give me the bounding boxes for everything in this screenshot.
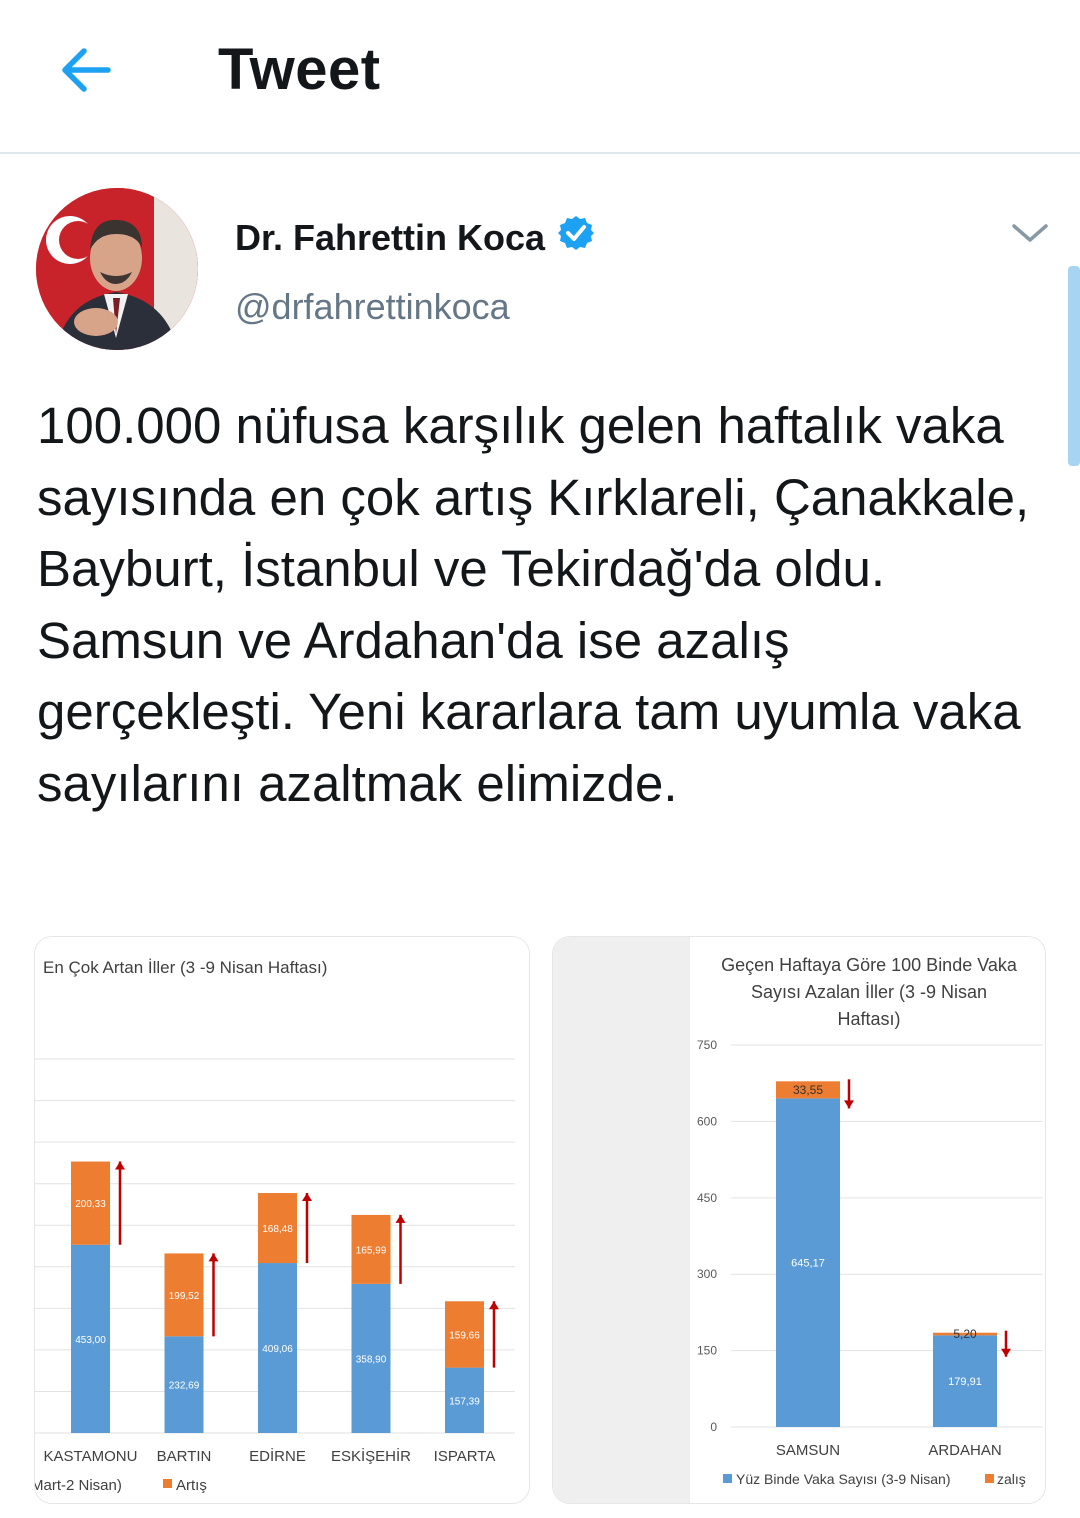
chart-image-2[interactable]: Geçen Haftaya Göre 100 Binde Vaka Sayısı … bbox=[552, 936, 1046, 1504]
y-tick-label-5: 750 bbox=[697, 1038, 717, 1052]
legend-text: Mart-2 Nisan) bbox=[35, 1477, 122, 1494]
data-label-increase-4: 159,66 bbox=[449, 1330, 480, 1341]
data-label-decrease-0: 33,55 bbox=[793, 1083, 823, 1097]
chart-2-title-line-2: Haftası) bbox=[837, 1009, 900, 1029]
legend-swatch-base bbox=[723, 1474, 732, 1483]
user-handle[interactable]: @drfahrettinkoca bbox=[235, 286, 510, 328]
data-label-base-0: 453,00 bbox=[75, 1335, 106, 1346]
data-label-base-2: 409,06 bbox=[262, 1344, 293, 1355]
data-label-base-0: 645,17 bbox=[791, 1258, 825, 1270]
legend-label-increase: Artış bbox=[176, 1477, 207, 1494]
top-bar: Tweet bbox=[0, 0, 1080, 154]
chevron-down-icon[interactable] bbox=[1010, 218, 1050, 248]
y-tick-label-1: 150 bbox=[697, 1344, 717, 1358]
chart-2-title-line-0: Geçen Haftaya Göre 100 Binde Vaka bbox=[721, 955, 1018, 975]
data-label-base-4: 157,39 bbox=[449, 1396, 480, 1407]
chart-image-1[interactable]: En Çok Artan İller (3 -9 Nisan Haftası) 4… bbox=[34, 936, 530, 1504]
y-tick-label-2: 300 bbox=[697, 1267, 717, 1281]
category-label-2: EDİRNE bbox=[249, 1447, 306, 1465]
data-label-increase-0: 200,33 bbox=[75, 1199, 106, 1210]
chart-2-side-panel bbox=[553, 937, 690, 1503]
y-tick-label-0: 0 bbox=[710, 1420, 717, 1434]
legend-swatch-increase bbox=[163, 1479, 172, 1488]
page-title: Tweet bbox=[218, 37, 381, 102]
chart-1-title: En Çok Artan İller (3 -9 Nisan Haftası) bbox=[43, 958, 327, 977]
chart-1: En Çok Artan İller (3 -9 Nisan Haftası) 4… bbox=[35, 937, 529, 1503]
data-label-base-3: 358,90 bbox=[356, 1354, 387, 1365]
category-label-4: ISPARTA bbox=[434, 1448, 496, 1465]
tweet-text: 100.000 nüfusa karşılık gelen haftalık v… bbox=[37, 397, 1030, 812]
category-label-3: ESKİŞEHİR bbox=[331, 1447, 411, 1465]
verified-badge-icon bbox=[557, 214, 595, 261]
data-label-base-1: 232,69 bbox=[169, 1381, 200, 1392]
y-tick-label-3: 450 bbox=[697, 1191, 717, 1205]
back-arrow-icon[interactable] bbox=[56, 40, 116, 100]
data-label-increase-3: 165,99 bbox=[356, 1245, 387, 1256]
legend-swatch-decrease bbox=[985, 1474, 994, 1483]
data-label-increase-2: 168,48 bbox=[262, 1224, 293, 1235]
user-name-text[interactable]: Dr. Fahrettin Koca bbox=[235, 217, 545, 259]
avatar[interactable] bbox=[36, 188, 198, 350]
category-label-1: ARDAHAN bbox=[928, 1442, 1001, 1459]
legend-label-base: Yüz Binde Vaka Sayısı (3-9 Nisan) bbox=[736, 1471, 951, 1487]
chart-2-title-line-1: Sayısı Azalan İller (3 -9 Nisan bbox=[751, 982, 987, 1002]
data-label-increase-1: 199,52 bbox=[169, 1291, 200, 1302]
user-name[interactable]: Dr. Fahrettin Koca bbox=[235, 214, 595, 261]
legend-label-decrease: zalış bbox=[997, 1471, 1026, 1487]
y-tick-label-4: 600 bbox=[697, 1114, 717, 1128]
category-label-0: KASTAMONU bbox=[44, 1448, 138, 1465]
category-label-1: BARTIN bbox=[157, 1448, 212, 1465]
scrollbar[interactable] bbox=[1068, 266, 1080, 466]
data-label-base-1: 179,91 bbox=[948, 1376, 982, 1388]
data-label-decrease-1: 5,20 bbox=[953, 1327, 977, 1341]
category-label-0: SAMSUN bbox=[776, 1442, 840, 1459]
chart-2: Geçen Haftaya Göre 100 Binde Vaka Sayısı … bbox=[553, 937, 1045, 1503]
